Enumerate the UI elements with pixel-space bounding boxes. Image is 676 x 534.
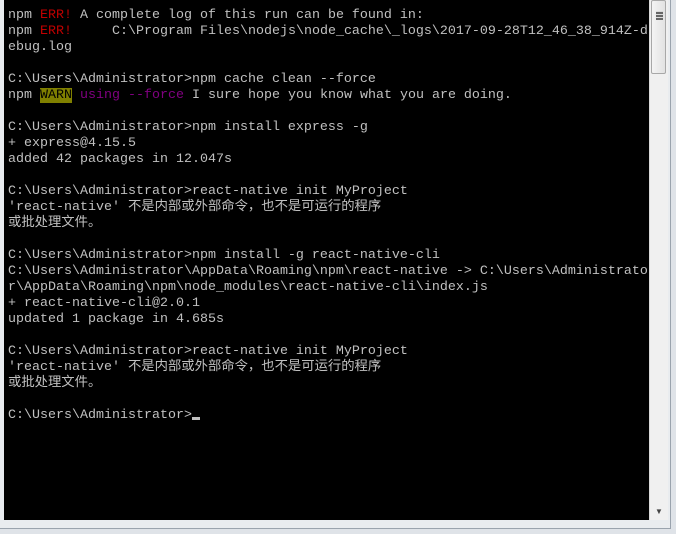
- console-text-warn: WARN: [40, 88, 72, 103]
- console-text: C:\Users\Administrator>npm install -g re…: [8, 248, 440, 263]
- console-line: C:\Users\Administrator>npm cache clean -…: [8, 72, 648, 88]
- text-cursor: [191, 417, 200, 420]
- arrow-down-icon[interactable]: ▼: [650, 504, 668, 520]
- console-text: npm: [8, 88, 40, 103]
- console-text-mag: using: [80, 88, 120, 103]
- console-line: 'react-native' 不是内部或外部命令，也不是可运行的程序: [8, 200, 648, 216]
- console-line: npm ERR! C:\Program Files\nodejs\node_ca…: [8, 24, 648, 40]
- console-text: C:\Users\Administrator>react-native init…: [8, 344, 408, 359]
- console-text: npm: [8, 24, 40, 39]
- console-output[interactable]: npm ERR! A complete log of this run can …: [4, 0, 649, 520]
- console-line: 或批处理文件。: [8, 216, 648, 232]
- console-text: added 42 packages in 12.047s: [8, 152, 232, 167]
- console-text: 'react-native' 不是内部或外部命令，也不是可运行的程序: [8, 360, 382, 375]
- console-text-err: ERR!: [40, 24, 72, 39]
- console-text-mag: --force: [128, 88, 184, 103]
- console-line: C:\Users\Administrator>npm install -g re…: [8, 248, 648, 264]
- console-line: npm ERR! A complete log of this run can …: [8, 8, 648, 24]
- console-line: C:\Users\Administrator\AppData\Roaming\n…: [8, 264, 648, 280]
- console-line: C:\Users\Administrator>npm install expre…: [8, 120, 648, 136]
- console-line: C:\Users\Administrator>: [8, 408, 648, 424]
- console-text: A complete log of this run can be found …: [72, 8, 424, 23]
- console-text: 或批处理文件。: [8, 216, 102, 231]
- console-text-err: ERR!: [40, 8, 72, 23]
- console-line: npm WARN using --force I sure hope you k…: [8, 88, 648, 104]
- console-text: + react-native-cli@2.0.1: [8, 296, 200, 311]
- console-line: C:\Users\Administrator>react-native init…: [8, 184, 648, 200]
- console-text: updated 1 package in 4.685s: [8, 312, 224, 327]
- grip-icon: ▬ ▬ ▬: [656, 8, 663, 22]
- console-line: + react-native-cli@2.0.1: [8, 296, 648, 312]
- console-lines: npm ERR! A complete log of this run can …: [8, 8, 648, 424]
- console-text: C:\Users\Administrator>npm install expre…: [8, 120, 368, 135]
- console-text: C:\Program Files\nodejs\node_cache\_logs…: [72, 24, 648, 39]
- console-text: ebug.log: [8, 40, 72, 55]
- console-text: C:\Users\Administrator>: [8, 408, 192, 423]
- console-text: I sure hope you know what you are doing.: [184, 88, 512, 103]
- scrollbar-thumb[interactable]: ▬ ▬ ▬: [651, 0, 666, 74]
- console-text: 或批处理文件。: [8, 376, 102, 391]
- console-text: C:\Users\Administrator\AppData\Roaming\n…: [8, 264, 648, 279]
- console-text: C:\Users\Administrator>react-native init…: [8, 184, 408, 199]
- console-line: C:\Users\Administrator>react-native init…: [8, 344, 648, 360]
- console-line: 或批处理文件。: [8, 376, 648, 392]
- console-line: r\AppData\Roaming\npm\node_modules\react…: [8, 280, 648, 296]
- console-text: npm: [8, 8, 40, 23]
- console-line: + express@4.15.5: [8, 136, 648, 152]
- console-line: ebug.log: [8, 40, 648, 56]
- console-text: C:\Users\Administrator>npm cache clean -…: [8, 72, 376, 87]
- console-line: added 42 packages in 12.047s: [8, 152, 648, 168]
- vertical-scrollbar[interactable]: ▬ ▬ ▬ ▼: [649, 0, 668, 520]
- console-window: npm ERR! A complete log of this run can …: [0, 0, 671, 529]
- console-text: r\AppData\Roaming\npm\node_modules\react…: [8, 280, 488, 295]
- console-line: 'react-native' 不是内部或外部命令，也不是可运行的程序: [8, 360, 648, 376]
- console-text: + express@4.15.5: [8, 136, 136, 151]
- console-text: 'react-native' 不是内部或外部命令，也不是可运行的程序: [8, 200, 382, 215]
- console-line: updated 1 package in 4.685s: [8, 312, 648, 328]
